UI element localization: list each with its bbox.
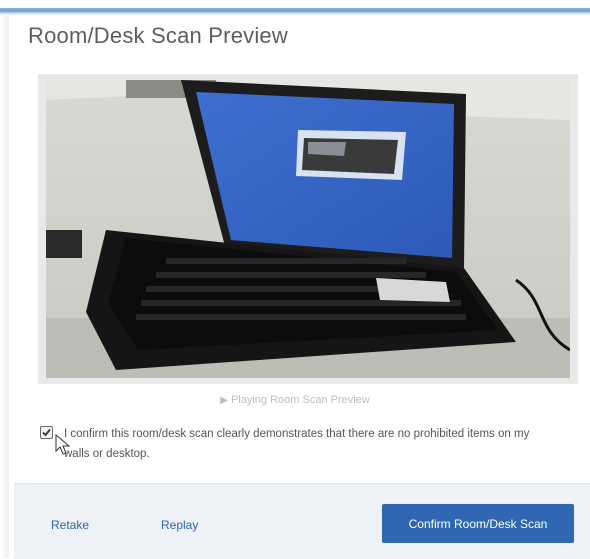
mouse-cursor-icon bbox=[55, 434, 71, 455]
left-edge-shadow bbox=[0, 14, 9, 558]
dialog-title: Room/Desk Scan Preview bbox=[28, 23, 288, 48]
retake-button[interactable]: Retake bbox=[51, 518, 89, 532]
laptop-on-desk-image bbox=[46, 80, 570, 378]
confirm-scan-button[interactable]: Confirm Room/Desk Scan bbox=[382, 504, 574, 543]
room-scan-video[interactable] bbox=[46, 80, 570, 378]
playback-status: ▶ Playing Room Scan Preview bbox=[0, 394, 590, 406]
confirm-text: I confirm this room/desk scan clearly de… bbox=[64, 428, 530, 460]
checkmark-icon bbox=[42, 428, 51, 437]
window-top-bar bbox=[0, 0, 590, 15]
play-icon: ▶ bbox=[220, 395, 228, 406]
confirm-checkbox[interactable] bbox=[40, 426, 53, 439]
video-player[interactable] bbox=[38, 74, 578, 384]
replay-button[interactable]: Replay bbox=[161, 518, 198, 532]
playback-status-text: Playing Room Scan Preview bbox=[230, 394, 370, 406]
